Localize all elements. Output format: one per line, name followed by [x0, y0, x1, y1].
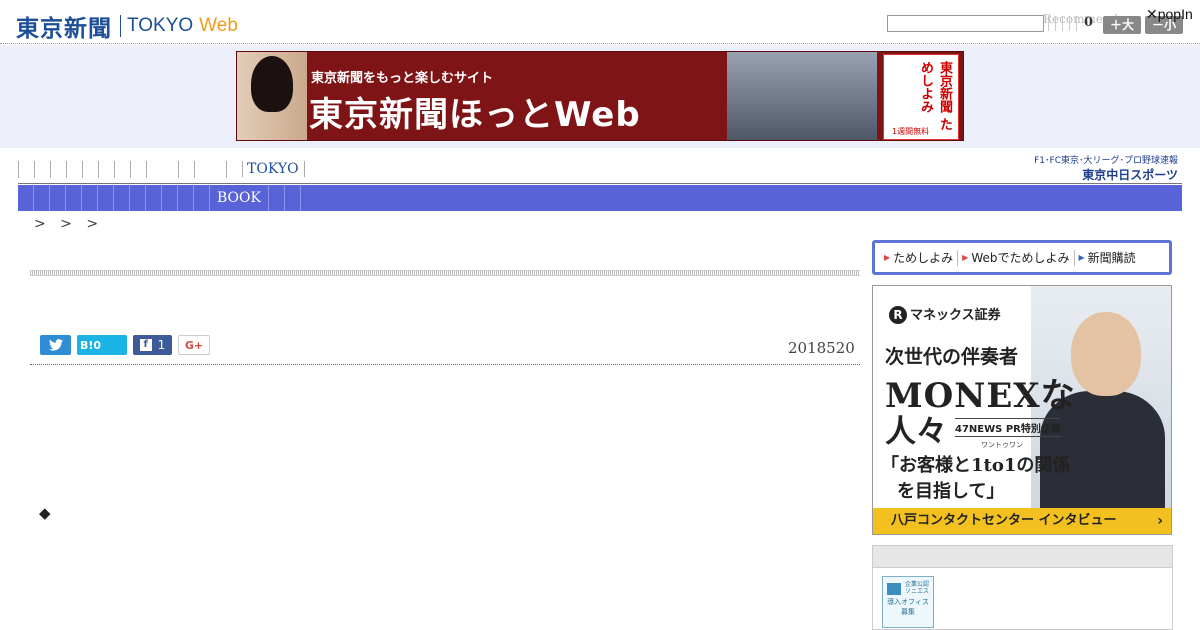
monex-logo-icon: R: [889, 306, 907, 324]
twitter-share-button[interactable]: [40, 335, 71, 355]
chevron-right-icon: ›: [1157, 513, 1163, 529]
ad-headline-1: 次世代の伴奏者: [885, 346, 1019, 368]
banner-people-photo: [727, 52, 877, 140]
ad-brand-name: マネックス証券: [910, 308, 1001, 323]
chunichi-sports-link[interactable]: F1･FC東京･大リーグ･プロ野球速報 東京中日スポーツ: [1026, 153, 1178, 183]
nav-item[interactable]: [82, 160, 98, 178]
nav-item[interactable]: [98, 160, 114, 178]
sidebar-nav-label: 新聞購読: [1087, 251, 1136, 265]
ad-quote-line-1: 「お客様と1to1の関係: [881, 455, 1071, 476]
sidebar-nav-web-tameshiyomi[interactable]: ▶ Webでためしよみ: [958, 249, 1073, 266]
banner-trial-badge: 東京新聞 ためしよみ 1週間無料: [883, 54, 959, 140]
google-plus-share-button[interactable]: G+: [178, 335, 210, 355]
logo-divider: [120, 15, 121, 37]
sub-nav-item[interactable]: [178, 185, 194, 211]
facebook-share-count: 1: [157, 338, 166, 352]
banner-subtitle: 東京新聞をもっと楽しむサイト: [311, 71, 494, 86]
monex-ad[interactable]: R マネックス証券 次世代の伴奏者 MONEXな 人々 47NEWS PR特別企画…: [872, 285, 1172, 535]
office-icon: [887, 583, 901, 595]
article-date: 2018520: [788, 339, 855, 357]
article-header-rule: [30, 270, 860, 276]
breadcrumb[interactable]: > > >: [34, 216, 98, 232]
article-divider: [30, 364, 860, 365]
sub-nav-item[interactable]: [146, 185, 162, 211]
nav-item[interactable]: [178, 160, 194, 178]
popin-close-button[interactable]: ✕popIn: [1146, 6, 1193, 23]
sub-nav-item-book[interactable]: BOOK: [210, 185, 269, 211]
twitter-icon: [48, 339, 63, 351]
recommend-count: 0: [1084, 15, 1094, 30]
banner-trial-note: 1週間無料: [892, 127, 930, 136]
nav-item[interactable]: [34, 160, 50, 178]
logo-web-text: Web: [199, 15, 238, 36]
font-size-large-button[interactable]: ＋大: [1103, 16, 1141, 34]
nav-item-tokyo[interactable]: TOKYO: [242, 161, 305, 177]
sub-nav-item[interactable]: [162, 185, 178, 211]
sidebar-nav-label: Webでためしよみ: [971, 251, 1070, 265]
sub-nav-item[interactable]: [269, 185, 285, 211]
badge-tag: 企業公認 ソニエス: [905, 581, 930, 595]
sub-nav-bar: BOOK: [18, 185, 1182, 211]
nav-item[interactable]: [226, 160, 242, 178]
banner-model-photo: [237, 52, 307, 140]
nav-item[interactable]: [146, 160, 178, 178]
chunichi-logo: 東京中日スポーツ: [1082, 168, 1178, 182]
bullet-diamond: ◆: [39, 504, 51, 522]
hatena-bookmark-button[interactable]: B!0: [77, 335, 127, 355]
sub-nav-item[interactable]: [285, 185, 301, 211]
ad-pr-label: 47NEWS PR特別企画: [955, 418, 1061, 437]
search-input[interactable]: [887, 15, 1044, 32]
sub-nav-item[interactable]: [114, 185, 130, 211]
ad-ruby-text: ワントゥワン: [981, 441, 1023, 449]
ad-person-face: [1071, 312, 1141, 396]
nav-item[interactable]: [66, 160, 82, 178]
site-header: 東京新聞 TOKYO Web Recommend 0 ＋大 －小 ✕popIn: [0, 0, 1200, 44]
sidebar-box-header: [873, 546, 1172, 568]
ad-footer-link[interactable]: 八戸コンタクトセンター インタビュー ›: [873, 508, 1171, 534]
sub-nav-item[interactable]: [194, 185, 210, 211]
office-recruit-badge[interactable]: 企業公認 ソニエス 導入オフィス 募集: [882, 576, 934, 628]
badge-text: 導入オフィス 募集: [887, 598, 929, 616]
nav-item[interactable]: [130, 160, 146, 178]
sub-nav-item[interactable]: [18, 185, 34, 211]
ad-brand: R マネックス証券: [889, 304, 1001, 324]
sidebar-box: 企業公認 ソニエス 導入オフィス 募集: [872, 545, 1173, 630]
triangle-icon: ▶: [884, 253, 891, 262]
nav-item[interactable]: [194, 160, 226, 178]
hotweb-banner[interactable]: 東京新聞をもっと楽しむサイト 東京新聞ほっとWeb 東京新聞 ためしよみ 1週間…: [236, 51, 964, 141]
nav-item[interactable]: [50, 160, 66, 178]
triangle-icon: ▶: [1078, 253, 1085, 262]
category-nav: TOKYO: [18, 158, 305, 180]
sub-nav-item[interactable]: [50, 185, 66, 211]
ad-quote-line-2: を目指して」: [897, 481, 1005, 502]
banner-title: 東京新聞ほっとWeb: [309, 95, 641, 135]
sub-nav-item[interactable]: [66, 185, 82, 211]
site-logo[interactable]: 東京新聞 TOKYO Web: [16, 9, 238, 43]
nav-item[interactable]: [114, 160, 130, 178]
share-buttons: B!0 f 1 G+: [40, 335, 210, 355]
facebook-icon: f: [139, 339, 152, 351]
ad-footer-label: 八戸コンタクトセンター インタビュー: [891, 513, 1117, 528]
sub-nav-item[interactable]: [130, 185, 146, 211]
logo-tokyo-text: TOKYO: [127, 15, 194, 36]
sidebar-trial-nav: ▶ ためしよみ ▶ Webでためしよみ ▶ 新聞購読: [872, 240, 1172, 275]
sub-nav-item[interactable]: [98, 185, 114, 211]
facebook-share-button[interactable]: f 1: [133, 335, 172, 355]
ad-headline-3: 人々: [885, 414, 947, 450]
sub-nav-item[interactable]: [82, 185, 98, 211]
sidebar-nav-label: ためしよみ: [893, 251, 954, 265]
sub-nav-item[interactable]: [34, 185, 50, 211]
sidebar-nav-subscribe[interactable]: ▶ 新聞購読: [1075, 249, 1140, 266]
banner-area: 東京新聞をもっと楽しむサイト 東京新聞ほっとWeb 東京新聞 ためしよみ 1週間…: [0, 45, 1200, 148]
chunichi-tagline: F1･FC東京･大リーグ･プロ野球速報: [1034, 156, 1178, 166]
sidebar-nav-tameshiyomi[interactable]: ▶ ためしよみ: [880, 249, 957, 266]
triangle-icon: ▶: [962, 253, 969, 262]
nav-item[interactable]: [18, 160, 34, 178]
logo-main-text: 東京新聞: [16, 16, 112, 42]
nav-divider: [18, 183, 1182, 184]
